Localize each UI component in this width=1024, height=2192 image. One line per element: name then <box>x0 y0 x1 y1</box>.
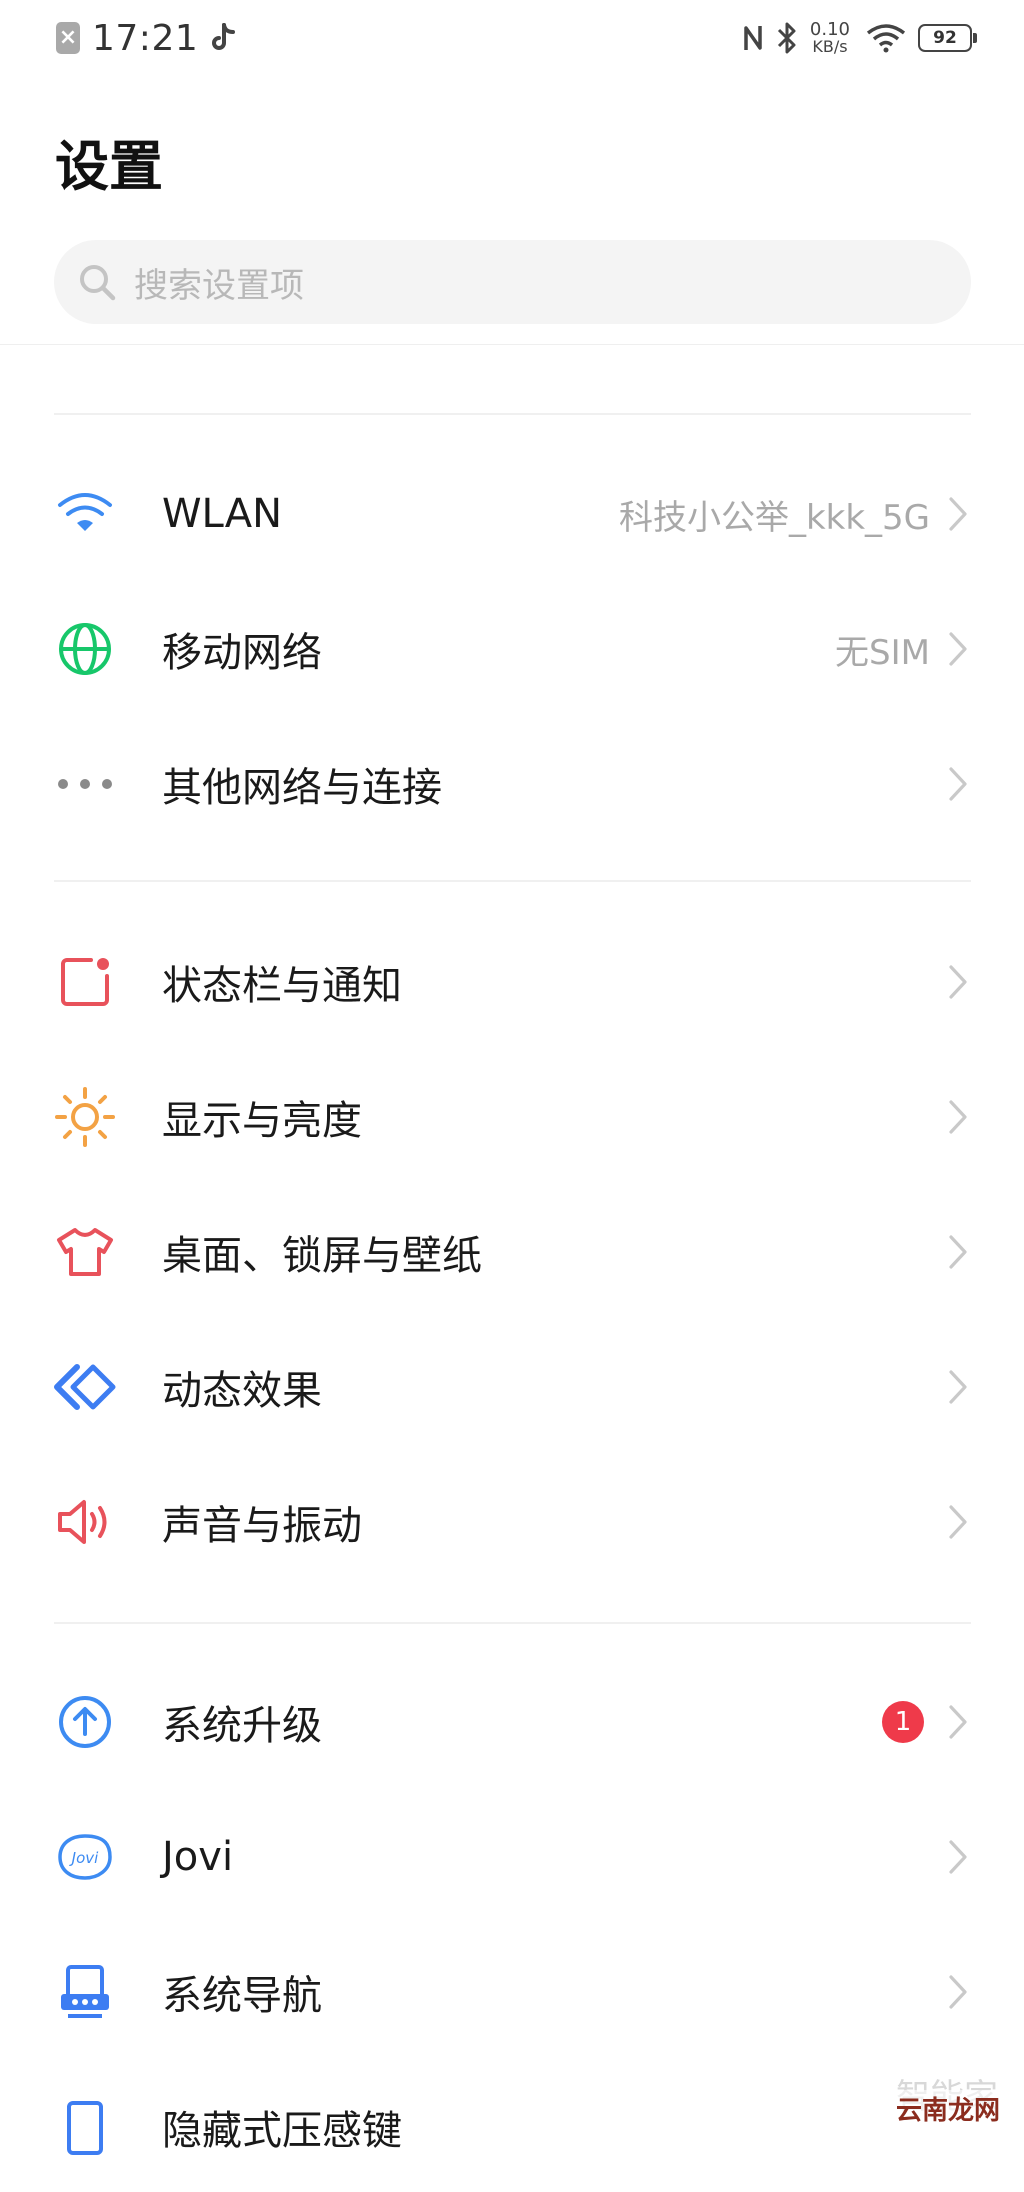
settings-row-mobile-network[interactable]: 移动网络 无SIM <box>0 584 1024 714</box>
settings-row-sound[interactable]: 声音与振动 <box>0 1457 1024 1587</box>
more-dots-icon <box>52 751 118 817</box>
tiktok-icon <box>212 23 236 50</box>
chevron-right-icon <box>949 1100 967 1134</box>
wifi-icon <box>52 481 118 547</box>
network-speed: 0.10 KB/s <box>809 19 850 56</box>
svg-text:Jovi: Jovi <box>69 1849 99 1867</box>
chevron-right-icon <box>949 632 967 666</box>
sim-disabled-icon: × <box>56 22 80 54</box>
update-count-badge: 1 <box>882 1701 924 1743</box>
bluetooth-icon <box>777 22 796 54</box>
header-divider <box>0 344 1024 345</box>
sound-label: 声音与振动 <box>162 1503 362 1549</box>
settings-row-system-upgrade[interactable]: 系统升级 1 <box>0 1657 1024 1787</box>
status-bar: × 17:21 0.10 KB/s 92 <box>0 0 1024 76</box>
status-time: 17:21 <box>92 17 199 59</box>
search-input[interactable]: 搜索设置项 <box>54 240 971 324</box>
wlan-network-name: 科技小公举_kkk_5G <box>618 497 930 538</box>
dynamic-effect-icon <box>52 1354 118 1420</box>
group-divider <box>54 413 971 415</box>
watermark: 智能家 云南龙网 <box>892 2069 1012 2129</box>
system-upgrade-label: 系统升级 <box>162 1703 322 1749</box>
navigation-icon <box>52 1959 118 2025</box>
wifi-status-icon <box>866 24 906 53</box>
settings-row-system-navigation[interactable]: 系统导航 <box>0 1927 1024 2057</box>
settings-row-dynamic-effects[interactable]: 动态效果 <box>0 1322 1024 1452</box>
settings-row-wallpaper[interactable]: 桌面、锁屏与壁纸 <box>0 1187 1024 1317</box>
phone-icon <box>52 2094 118 2160</box>
nfc-icon <box>744 26 762 50</box>
chevron-right-icon <box>949 1235 967 1269</box>
chevron-right-icon <box>949 1505 967 1539</box>
settings-row-other-networks[interactable]: 其他网络与连接 <box>0 719 1024 849</box>
chevron-right-icon <box>949 497 967 531</box>
wallpaper-label: 桌面、锁屏与壁纸 <box>162 1233 482 1279</box>
chevron-right-icon <box>949 1705 967 1739</box>
settings-row-jovi[interactable]: Jovi Jovi <box>0 1792 1024 1922</box>
sun-icon <box>52 1084 118 1150</box>
group-divider <box>54 1622 971 1624</box>
mobile-network-status: 无SIM <box>835 632 930 673</box>
group-divider <box>54 880 971 882</box>
search-icon <box>80 265 116 301</box>
mobile-network-label: 移动网络 <box>162 630 322 676</box>
chevron-right-icon <box>949 1840 967 1874</box>
upgrade-arrow-icon <box>52 1689 118 1755</box>
settings-row-display[interactable]: 显示与亮度 <box>0 1052 1024 1182</box>
notification-icon <box>52 949 118 1015</box>
wlan-label: WLAN <box>162 491 283 537</box>
speaker-icon <box>52 1489 118 1555</box>
dynamic-effects-label: 动态效果 <box>162 1368 322 1414</box>
settings-row-wlan[interactable]: WLAN 科技小公举_kkk_5G <box>0 449 1024 579</box>
other-networks-label: 其他网络与连接 <box>162 765 442 811</box>
settings-row-status-bar[interactable]: 状态栏与通知 <box>0 917 1024 1047</box>
chevron-right-icon <box>949 965 967 999</box>
chevron-right-icon <box>949 1975 967 2009</box>
search-placeholder: 搜索设置项 <box>134 265 304 306</box>
system-navigation-label: 系统导航 <box>162 1973 322 2019</box>
pressure-keys-label: 隐藏式压感键 <box>162 2108 402 2154</box>
status-bar-label: 状态栏与通知 <box>162 963 402 1009</box>
settings-row-pressure-keys[interactable]: 隐藏式压感键 <box>0 2062 1024 2192</box>
globe-icon <box>52 616 118 682</box>
jovi-icon: Jovi <box>52 1824 118 1890</box>
jovi-label: Jovi <box>162 1834 234 1880</box>
tshirt-icon <box>52 1219 118 1285</box>
page-title: 设置 <box>55 135 163 198</box>
battery-indicator: 92 <box>918 24 977 52</box>
display-label: 显示与亮度 <box>162 1098 362 1144</box>
chevron-right-icon <box>949 1370 967 1404</box>
chevron-right-icon <box>949 767 967 801</box>
